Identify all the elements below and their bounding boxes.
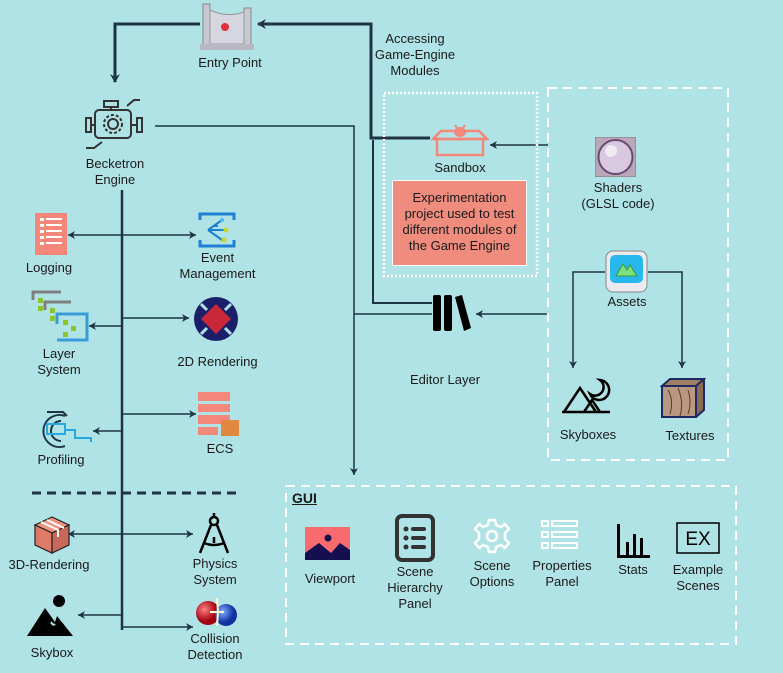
gate-icon [200, 3, 254, 50]
svg-text:EX: EX [685, 529, 711, 550]
compass-icon [198, 513, 230, 554]
collision-detection-label: Collision Detection [187, 631, 243, 662]
profiling-gauge-icon [42, 411, 92, 448]
sandbox-icon [431, 124, 489, 157]
ecs-blocks-icon [198, 392, 239, 436]
assets-label: Assets [607, 294, 647, 309]
physics-system-label: Physics System [192, 556, 238, 587]
entry-point-label: Entry Point [198, 55, 262, 70]
wood-cube-icon [660, 378, 706, 418]
engine-label: Becketron Engine [85, 156, 145, 187]
entry-to-engine-arrow [110, 22, 200, 83]
assets-image-icon [605, 250, 648, 293]
2d-rendering-label: 2D Rendering [177, 354, 258, 369]
gui-item-scene-hierarchy: Scene Hierarchy Panel [387, 564, 443, 611]
gear-icon [474, 518, 510, 554]
box-3d-icon [33, 516, 71, 554]
skyboxes-label: Skyboxes [559, 427, 617, 442]
shader-sphere-icon [595, 137, 636, 177]
event-grid-icon [198, 212, 236, 248]
editor-layer-label: Editor Layer [409, 372, 481, 387]
bar-chart-icon [617, 524, 650, 558]
mountain-moon-icon [562, 378, 611, 414]
gui-item-viewport: Viewport [304, 571, 356, 586]
layers-icon [31, 290, 89, 342]
3d-rendering-label: 3D-Rendering [8, 557, 90, 572]
properties-list-icon [541, 520, 578, 549]
textures-label: Textures [665, 428, 715, 443]
layer-system-label: Layer System [37, 346, 81, 377]
list-icon [395, 514, 435, 562]
engine-to-gui-arrow [155, 125, 358, 475]
ecs-label: ECS [206, 441, 234, 456]
ex-icon: EX [676, 522, 720, 554]
gui-title: GUI [292, 490, 317, 506]
shaders-label: Shaders (GLSL code) [581, 180, 655, 211]
colliding-spheres-icon [196, 597, 237, 627]
logging-label: Logging [25, 260, 73, 275]
gui-item-stats: Stats [618, 562, 648, 577]
image-icon [305, 527, 350, 560]
gui-item-scene-options: Scene Options [469, 558, 515, 589]
sandbox-description-note: Experimentation project used to test diff… [392, 180, 527, 266]
gui-item-example-scenes: Example Scenes [672, 562, 724, 593]
gui-item-properties-panel: Properties Panel [532, 558, 592, 589]
log-list-icon [35, 213, 67, 255]
skybox-label: Skybox [30, 645, 74, 660]
profiling-label: Profiling [37, 452, 85, 467]
accessing-modules-label: Accessing Game-Engine Modules [374, 31, 456, 78]
sandbox-label: Sandbox [434, 160, 486, 175]
mountain-sun-icon [27, 595, 73, 636]
engine-icon [85, 99, 143, 149]
books-icon [433, 295, 471, 331]
event-management-label: Event Management [179, 250, 256, 281]
rendering-2d-icon [194, 297, 238, 341]
